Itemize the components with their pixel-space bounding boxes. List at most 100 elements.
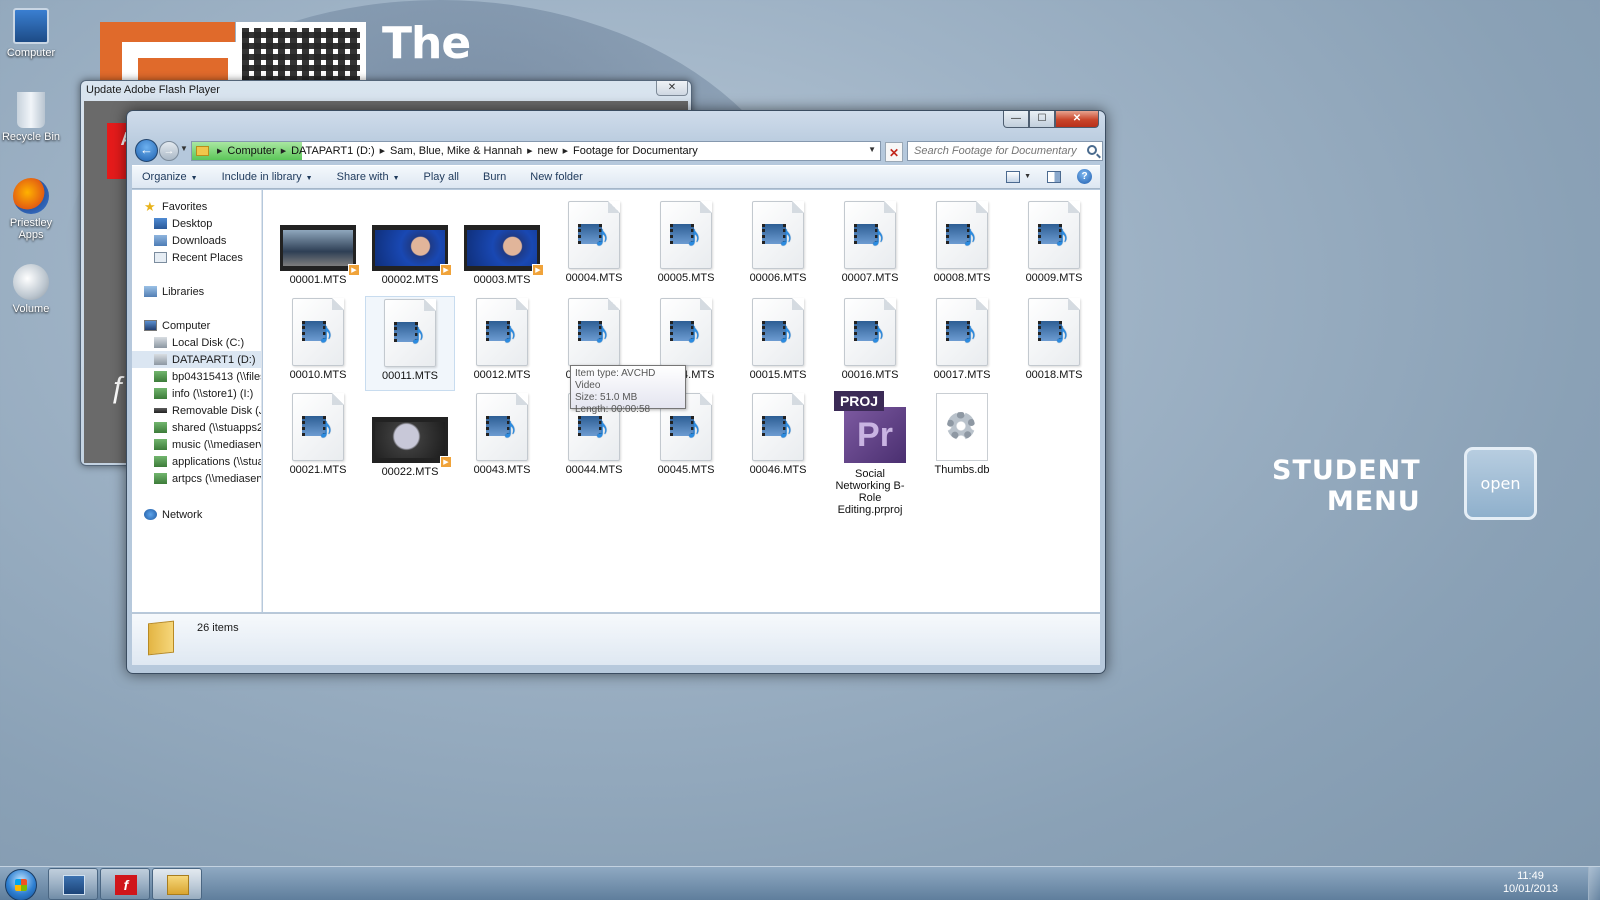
file-item[interactable]: ♪ 00010.MTS [273,296,363,381]
nav-network-drive[interactable]: artpcs (\\mediaserve [132,470,261,487]
nav-label: Computer [162,319,211,332]
downloads-icon [154,235,167,246]
breadcrumb-datapart[interactable]: DATAPART1 (D:) [291,145,375,157]
search-input[interactable] [908,142,1080,160]
nav-removable-disk[interactable]: Removable Disk (J:) [132,402,261,419]
close-button[interactable]: ✕ [656,81,688,96]
taskbar-explorer-button[interactable] [48,868,98,900]
premiere-app-label: Pr [844,407,906,463]
nav-favorites[interactable]: ★ Favorites [132,198,261,215]
nav-local-disk[interactable]: Local Disk (C:) [132,334,261,351]
nav-downloads[interactable]: Downloads [132,232,261,249]
desktop-icon-volume[interactable]: Volume [0,264,62,315]
system-clock[interactable]: 11:49 10/01/2013 [1503,870,1558,896]
preview-pane-icon[interactable] [1047,170,1061,183]
file-item[interactable]: ♪ 00017.MTS [917,296,1007,381]
back-button[interactable]: ← [135,139,158,162]
nav-computer[interactable]: Computer [132,317,261,334]
nav-network-drive[interactable]: info (\\store1) (I:) [132,385,261,402]
file-item[interactable]: ▶ 00022.MTS [365,391,455,478]
nav-network-drive[interactable]: shared (\\stuapps2\ [132,419,261,436]
file-name: 00046.MTS [749,464,807,476]
desktop-icon-computer[interactable]: Computer [0,8,62,59]
file-item[interactable]: ▶ 00003.MTS [457,199,547,286]
nav-desktop[interactable]: Desktop [132,215,261,232]
nav-network-drive[interactable]: applications (\\stuap [132,453,261,470]
nav-network-drive[interactable]: music (\\mediaserve [132,436,261,453]
recent-pages-dropdown[interactable]: ▼ [180,144,188,153]
settings-file-icon [936,393,988,461]
chevron-right-icon[interactable]: ▶ [563,147,568,155]
chevron-right-icon[interactable]: ▶ [380,147,385,155]
help-icon[interactable]: ? [1077,169,1092,184]
file-item[interactable]: ♪ 00015.MTS [733,296,823,381]
breadcrumb-new[interactable]: new [537,145,557,157]
change-view-icon[interactable] [1006,170,1021,183]
file-name: 00021.MTS [289,464,347,476]
address-bar[interactable]: ▶ Computer ▶ DATAPART1 (D:) ▶ Sam, Blue,… [191,141,881,161]
breadcrumb-computer[interactable]: Computer [227,145,275,157]
chevron-right-icon[interactable]: ▶ [281,147,286,155]
new-folder-button[interactable]: New folder [530,171,583,183]
file-item[interactable]: ♪ 00007.MTS [825,199,915,284]
share-with-button[interactable]: Share with ▼ [337,171,400,183]
search-box[interactable] [907,141,1103,161]
play-all-button[interactable]: Play all [424,171,459,183]
network-drive-icon [154,371,167,382]
file-item[interactable]: ▶ 00002.MTS [365,199,455,286]
file-item[interactable]: ▶ 00001.MTS [273,199,363,286]
taskbar-folder-button[interactable] [152,868,202,900]
chevron-right-icon[interactable]: ▶ [217,147,222,155]
file-item[interactable]: ♪ 00012.MTS [457,296,547,381]
avchd-file-icon: ♪ [660,201,712,269]
chevron-down-icon[interactable]: ▼ [1024,173,1031,180]
file-item-hovered[interactable]: ♪ 00011.MTS [365,296,455,391]
breadcrumb-group-folder[interactable]: Sam, Blue, Mike & Hannah [390,145,522,157]
file-item[interactable]: ♪ 00043.MTS [457,391,547,476]
desktop-icon-recycle-bin[interactable]: Recycle Bin [0,92,62,143]
view-controls: ▼ ? [1006,169,1092,184]
file-item[interactable]: ♪ 00008.MTS [917,199,1007,284]
close-button[interactable]: ✕ [1055,111,1099,128]
nav-libraries[interactable]: Libraries [132,283,261,300]
file-item[interactable]: ♪ 00005.MTS [641,199,731,284]
file-item[interactable]: ♪ 00009.MTS [1009,199,1099,284]
file-item[interactable]: ♪ 00018.MTS [1009,296,1099,381]
avchd-file-icon: ♪ [384,299,436,367]
search-icon[interactable] [1087,145,1097,155]
burn-button[interactable]: Burn [483,171,506,183]
taskbar-flash-button[interactable]: f [100,868,150,900]
navigation-pane: ★ Favorites Desktop Downloads Recent Plac… [132,190,262,612]
organize-button[interactable]: Organize ▼ [142,171,198,183]
show-desktop-button[interactable] [1588,867,1600,900]
nav-network[interactable]: Network [132,506,261,523]
chevron-right-icon[interactable]: ▶ [527,147,532,155]
nav-datapart[interactable]: DATAPART1 (D:) [132,351,261,368]
include-in-library-button[interactable]: Include in library ▼ [222,171,313,183]
nav-network-drive[interactable]: bp04315413 (\\filese [132,368,261,385]
file-name: 00005.MTS [657,272,715,284]
network-drive-icon [154,473,167,484]
student-menu-open-button[interactable]: open [1464,447,1537,520]
file-item[interactable]: ♪ 00016.MTS [825,296,915,381]
file-item[interactable]: Pr PROJ Social Networking B-Role Editing… [825,391,915,516]
file-item[interactable]: ♪ 00004.MTS [549,199,639,284]
file-item[interactable]: ♪ 00006.MTS [733,199,823,284]
folder-icon [196,146,209,156]
maximize-button[interactable]: ☐ [1029,111,1055,128]
breadcrumb-footage[interactable]: Footage for Documentary [573,145,698,157]
minimize-button[interactable]: — [1003,111,1029,128]
file-item[interactable]: Thumbs.db [917,391,1007,476]
stop-button[interactable]: ✕ [885,142,903,162]
avchd-file-icon: ♪ [752,298,804,366]
explorer-window[interactable]: — ☐ ✕ ← → ▼ ▶ Computer ▶ DATAPART1 (D:) … [126,110,1106,674]
nav-recent-places[interactable]: Recent Places [132,249,261,266]
file-item[interactable]: ♪ 00021.MTS [273,391,363,476]
file-item[interactable]: ♪ 00046.MTS [733,391,823,476]
desktop-icon-priestley-apps[interactable]: Priestley Apps [0,178,62,241]
play-icon: ▶ [440,456,452,468]
address-dropdown-icon[interactable]: ▼ [868,145,876,154]
libraries-icon [144,286,157,297]
forward-button[interactable]: → [159,141,179,161]
start-button[interactable] [5,869,37,900]
